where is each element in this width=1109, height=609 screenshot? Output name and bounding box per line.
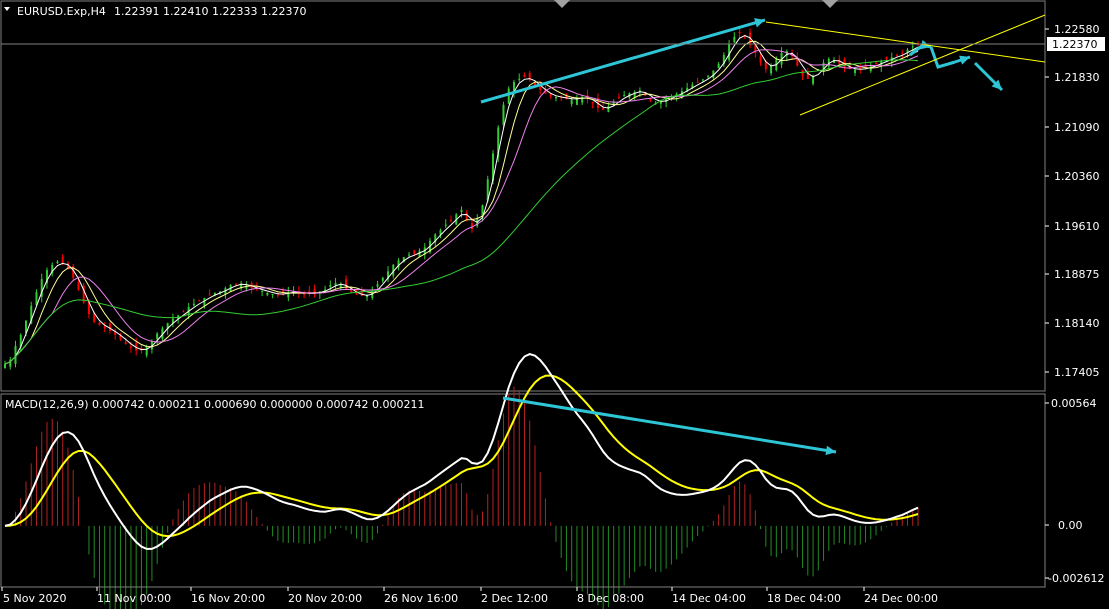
candle-body — [156, 333, 159, 339]
time-tick: 18 Dec 04:00 — [767, 592, 841, 605]
candle-body — [717, 63, 720, 69]
candle-body — [591, 101, 594, 104]
candle-body — [701, 79, 704, 81]
candle-body — [276, 294, 279, 296]
candle-body — [518, 78, 521, 80]
time-tick: 14 Dec 04:00 — [672, 592, 746, 605]
candle-body — [313, 288, 316, 293]
candle-body — [770, 65, 773, 74]
candle-body — [549, 94, 552, 97]
candle-body — [523, 75, 526, 77]
candle-body — [182, 311, 185, 313]
macd-tick: -0.002612 — [1048, 572, 1104, 585]
candle-body — [644, 94, 647, 96]
price-tick: 1.20360 — [1054, 170, 1100, 183]
candle-body — [911, 46, 914, 48]
candle-body — [360, 289, 363, 297]
candle-body — [271, 294, 274, 296]
candle-body — [854, 69, 857, 73]
candle-body — [450, 220, 453, 222]
candle-body — [623, 95, 626, 97]
candle-body — [4, 364, 6, 369]
candle-body — [738, 31, 741, 34]
candle-body — [649, 98, 652, 101]
candle-body — [376, 284, 379, 287]
candle-body — [444, 224, 447, 226]
candle-body — [539, 86, 542, 90]
price-tick: 1.17405 — [1054, 366, 1100, 379]
price-chart[interactable]: EURUSD.Exp,H4 1.22391 1.22410 1.22333 1.… — [0, 0, 1109, 609]
candle-body — [554, 96, 557, 99]
candle-body — [885, 56, 888, 60]
candle-body — [728, 44, 731, 60]
candle-body — [875, 62, 878, 64]
time-tick: 11 Nov 00:00 — [97, 592, 171, 605]
time-tick: 2 Dec 12:00 — [481, 592, 548, 605]
price-tick: 1.18140 — [1054, 317, 1100, 330]
candle-body — [707, 75, 710, 77]
candle-body — [570, 99, 573, 105]
chart-background — [0, 0, 1109, 609]
candle-body — [303, 293, 306, 295]
candle-body — [198, 300, 201, 302]
candle-body — [733, 36, 736, 43]
price-tick: 1.18875 — [1054, 268, 1100, 281]
candle-body — [192, 303, 195, 306]
time-tick: 16 Nov 20:00 — [191, 592, 265, 605]
candle-body — [208, 294, 211, 296]
candle-body — [61, 256, 64, 264]
candle-body — [98, 322, 101, 326]
candle-body — [413, 250, 416, 254]
candle-body — [507, 88, 510, 104]
candle-body — [56, 261, 59, 264]
candle-body — [234, 283, 237, 285]
candle-body — [901, 52, 904, 54]
macd-header: MACD(12,26,9) 0.000742 0.000211 0.000690… — [5, 398, 424, 411]
macd-tick: 0.00564 — [1051, 397, 1097, 410]
candle-body — [917, 44, 919, 46]
candle-body — [145, 346, 148, 356]
candle-body — [896, 54, 899, 56]
candle-body — [77, 282, 80, 290]
candle-body — [329, 284, 332, 287]
time-tick: 5 Nov 2020 — [3, 592, 66, 605]
price-tick: 1.22580 — [1054, 23, 1100, 36]
candle-body — [381, 277, 384, 281]
price-tick: 1.19610 — [1054, 220, 1100, 233]
time-tick: 20 Nov 20:00 — [288, 592, 362, 605]
candle-body — [696, 81, 699, 83]
current-price-label: 1.22370 — [1052, 38, 1098, 51]
time-tick: 26 Nov 16:00 — [384, 592, 458, 605]
candle-body — [759, 56, 762, 63]
candle-body — [617, 96, 620, 99]
candle-body — [261, 290, 264, 292]
candle-body — [408, 254, 411, 256]
candle-body — [129, 346, 132, 348]
price-tick: 1.21090 — [1054, 121, 1100, 134]
chart-header-symbol: EURUSD.Exp,H4 — [17, 5, 106, 18]
candle-body — [502, 104, 505, 125]
time-tick: 24 Dec 00:00 — [864, 592, 938, 605]
macd-tick: 0.00 — [1058, 519, 1083, 532]
candle-body — [103, 326, 106, 329]
time-tick: 8 Dec 08:00 — [577, 592, 644, 605]
candle-body — [266, 292, 269, 296]
chart-header-ohlc: 1.22391 1.22410 1.22333 1.22370 — [114, 5, 306, 18]
candle-body — [460, 209, 463, 213]
candle-body — [124, 342, 127, 344]
candle-body — [607, 106, 610, 112]
price-tick: 1.21830 — [1054, 71, 1100, 84]
